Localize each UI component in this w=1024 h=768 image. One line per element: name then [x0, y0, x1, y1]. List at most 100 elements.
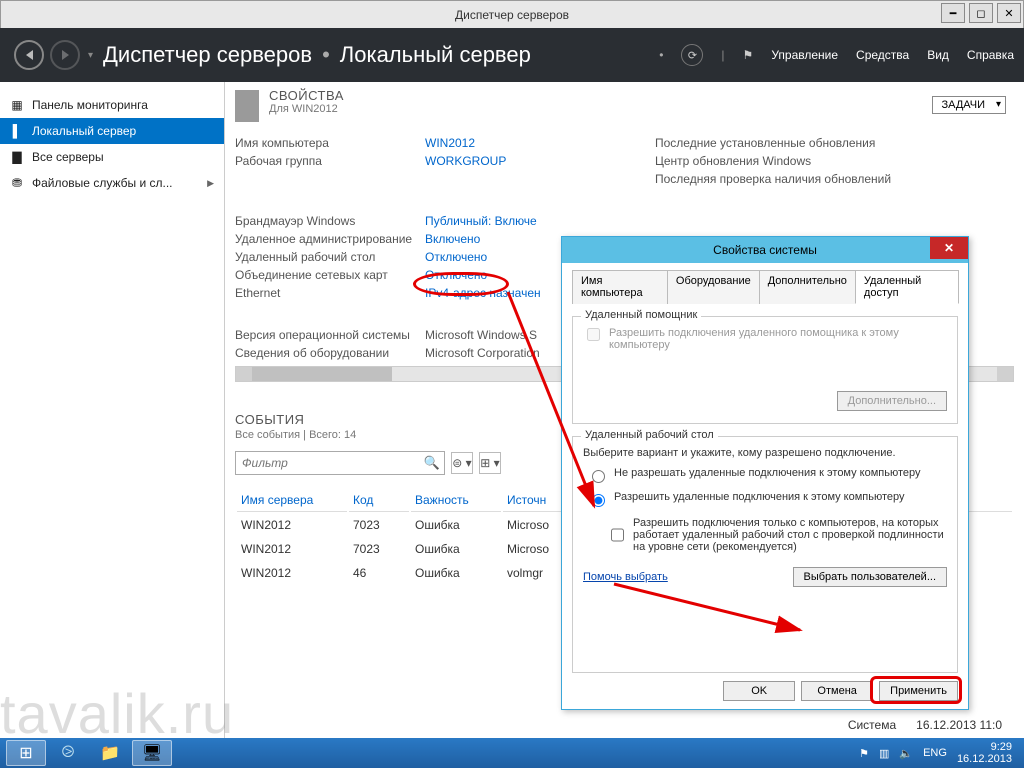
prop-label: Рабочая группа — [235, 154, 425, 168]
prop-label: Брандмауэр Windows — [235, 214, 425, 228]
breadcrumb-root[interactable]: Диспетчер серверов — [103, 42, 312, 68]
group-legend: Удаленный помощник — [581, 309, 701, 321]
prop-label: Удаленный рабочий стол — [235, 250, 425, 264]
ra-allow-checkbox[interactable]: Разрешить подключения удаленного помощни… — [583, 327, 947, 351]
window-titlebar: Диспетчер серверов ━ ◻ ✕ — [0, 0, 1024, 28]
taskbar: ⊞ ⧁ 📁 🖥 ⚑ ▥ 🔈 ENG 9:29 16.12.2013 — [0, 738, 1024, 768]
maximize-button[interactable]: ◻ — [969, 3, 993, 23]
dialog-titlebar: Свойства системы ✕ — [562, 237, 968, 263]
dialog-close-button[interactable]: ✕ — [930, 237, 968, 259]
nla-checkbox[interactable]: Разрешить подключения только с компьютер… — [607, 517, 947, 553]
tasks-button[interactable]: ЗАДАЧИ — [932, 96, 1006, 114]
tab-advanced[interactable]: Дополнительно — [759, 270, 856, 304]
sidebar-item-local-server[interactable]: ▌ Локальный сервер — [0, 118, 224, 144]
breadcrumb-leaf[interactable]: Локальный сервер — [340, 42, 531, 68]
prop-label: Ethernet — [235, 286, 425, 300]
menu-help[interactable]: Справка — [967, 48, 1014, 62]
checkbox-input[interactable] — [587, 328, 600, 341]
files-icon: ⛃ — [10, 176, 24, 190]
sidebar-item-label: Файловые службы и сл... — [32, 176, 173, 190]
radio-deny[interactable]: Не разрешать удаленные подключения к это… — [587, 467, 947, 483]
dialog-tabs: Имя компьютера Оборудование Дополнительн… — [572, 269, 958, 304]
powershell-icon: ⧁ — [62, 744, 75, 762]
sidebar-item-dashboard[interactable]: ▦ Панель мониторинга — [0, 92, 224, 118]
dialog-title: Свойства системы — [713, 243, 817, 257]
tab-computer-name[interactable]: Имя компьютера — [572, 270, 668, 304]
folder-icon: 📁 — [100, 743, 120, 763]
sidebar-item-all-servers[interactable]: ▇ Все серверы — [0, 144, 224, 170]
tray-network-icon[interactable]: ▥ — [879, 747, 889, 760]
prop-label: Сведения об оборудовании — [235, 346, 425, 360]
tray-clock[interactable]: 9:29 16.12.2013 — [957, 741, 1012, 765]
task-explorer[interactable]: 📁 — [90, 740, 130, 766]
tray-lang[interactable]: ENG — [923, 747, 947, 759]
app-header: ▾ Диспетчер серверов • Локальный сервер … — [0, 28, 1024, 82]
server-icon: ▌ — [10, 124, 24, 138]
filter-category-button[interactable]: ⊜ ▾ — [451, 452, 473, 474]
col-severity[interactable]: Важность — [411, 489, 501, 512]
chevron-right-icon: ▶ — [207, 178, 214, 189]
menu-view[interactable]: Вид — [927, 48, 949, 62]
minimize-button[interactable]: ━ — [941, 3, 965, 23]
extra-col-system: Система — [848, 718, 896, 732]
properties-heading: СВОЙСТВА — [269, 88, 344, 103]
tray-sound-icon[interactable]: 🔈 — [899, 747, 913, 760]
system-properties-dialog: Свойства системы ✕ Имя компьютера Оборуд… — [561, 236, 969, 710]
dashboard-icon: ▦ — [10, 98, 24, 112]
search-icon[interactable]: 🔍 — [424, 455, 440, 471]
group-remote-assistance: Удаленный помощник Разрешить подключения… — [572, 316, 958, 424]
menu-manage[interactable]: Управление — [771, 48, 838, 62]
prop-right: Центр обновления Windows — [655, 154, 1014, 168]
server-manager-icon: ⊞ — [19, 743, 32, 763]
prop-value-firewall[interactable]: Публичный: Включе — [425, 214, 655, 228]
task-server-manager[interactable]: ⊞ — [6, 740, 46, 766]
menu-tools[interactable]: Средства — [856, 48, 909, 62]
nav-back-button[interactable] — [14, 40, 44, 70]
rd-prompt: Выберите вариант и укажите, кому разреше… — [583, 447, 947, 459]
apply-button[interactable]: Применить — [879, 681, 958, 701]
prop-right: Последние установленные обновления — [655, 136, 1014, 150]
group-legend: Удаленный рабочий стол — [581, 429, 718, 441]
radio-input[interactable] — [592, 494, 605, 507]
task-system-properties[interactable]: 🖥 — [132, 740, 172, 766]
group-remote-desktop: Удаленный рабочий стол Выберите вариант … — [572, 436, 958, 673]
filter-input[interactable] — [236, 452, 406, 474]
sidebar-item-file-services[interactable]: ⛃ Файловые службы и сл... ▶ — [0, 170, 224, 196]
nav-forward-button[interactable] — [50, 40, 80, 70]
tab-hardware[interactable]: Оборудование — [667, 270, 760, 304]
flag-icon[interactable]: ⚑ — [743, 48, 754, 62]
ra-advanced-button[interactable]: Дополнительно... — [837, 391, 947, 411]
sidebar-item-label: Все серверы — [32, 150, 104, 164]
breadcrumb-separator-icon: • — [322, 42, 330, 68]
extra-col-time: 16.12.2013 11:0 — [916, 718, 1002, 732]
radio-input[interactable] — [592, 470, 605, 483]
prop-right: Последняя проверка наличия обновлений — [655, 172, 1014, 186]
nav-dropdown-icon[interactable]: ▾ — [88, 50, 93, 61]
select-users-button[interactable]: Выбрать пользователей... — [793, 567, 948, 587]
filter-tag-button[interactable]: ⊞ ▾ — [479, 452, 501, 474]
col-server[interactable]: Имя сервера — [237, 489, 347, 512]
events-filter[interactable]: 🔍 — [235, 451, 445, 475]
servers-icon: ▇ — [10, 150, 24, 164]
help-choose-link[interactable]: Помочь выбрать — [583, 571, 668, 583]
prop-value-workgroup[interactable]: WORKGROUP — [425, 154, 655, 168]
ok-button[interactable]: OK — [723, 681, 795, 701]
close-button[interactable]: ✕ — [997, 3, 1021, 23]
monitor-icon: 🖥 — [142, 743, 162, 763]
refresh-icon[interactable]: ⟳ — [681, 44, 703, 66]
sidebar: ▦ Панель мониторинга ▌ Локальный сервер … — [0, 82, 225, 738]
sidebar-item-label: Локальный сервер — [32, 124, 136, 138]
col-code[interactable]: Код — [349, 489, 409, 512]
breadcrumb: Диспетчер серверов • Локальный сервер — [103, 42, 531, 68]
cancel-button[interactable]: Отмена — [801, 681, 873, 701]
prop-value-computer-name[interactable]: WIN2012 — [425, 136, 655, 150]
window-title: Диспетчер серверов — [455, 8, 569, 22]
prop-label: Имя компьютера — [235, 136, 425, 150]
properties-icon — [235, 90, 259, 122]
properties-subheading: Для WIN2012 — [269, 103, 344, 115]
checkbox-input[interactable] — [611, 520, 624, 550]
tray-flag-icon[interactable]: ⚑ — [859, 747, 869, 760]
radio-allow[interactable]: Разрешить удаленные подключения к этому … — [587, 491, 947, 507]
tab-remote[interactable]: Удаленный доступ — [855, 270, 959, 304]
task-powershell[interactable]: ⧁ — [48, 740, 88, 766]
